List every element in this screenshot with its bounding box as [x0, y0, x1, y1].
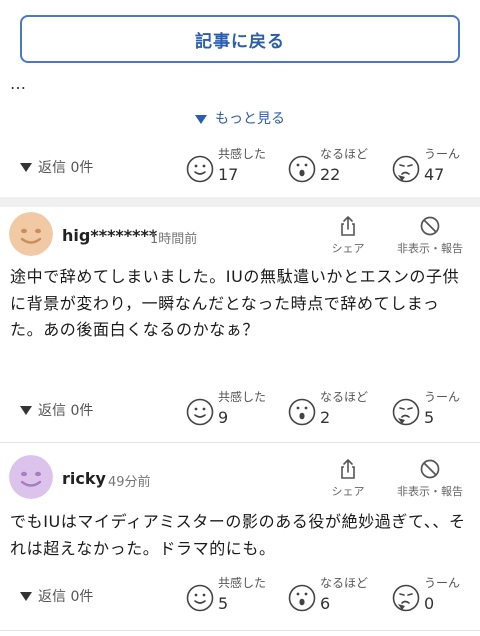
- block-icon: [420, 459, 440, 479]
- comment-username[interactable]: hig********: [62, 226, 157, 245]
- thinking-face-icon: [392, 155, 420, 183]
- share-icon: [341, 459, 355, 479]
- triangle-down-icon: [20, 405, 32, 415]
- hide-report-label: 非表示・報告: [397, 485, 463, 498]
- surprised-face-icon: [288, 155, 316, 183]
- reaction-hmm[interactable]: うーん 5: [392, 389, 460, 429]
- comment-divider: [0, 442, 480, 443]
- reaction-label: なるほど: [320, 576, 369, 590]
- share-button[interactable]: シェア: [306, 215, 390, 256]
- share-icon: [341, 216, 355, 236]
- reaction-count: 5: [424, 408, 435, 427]
- avatar[interactable]: [9, 455, 53, 499]
- reaction-insightful[interactable]: なるほど 2: [288, 389, 368, 429]
- comment-time: 1時間前: [150, 232, 198, 247]
- smile-face-icon: [186, 584, 214, 612]
- hide-report-button[interactable]: 非表示・報告: [388, 215, 472, 256]
- reaction-count: 9: [218, 408, 229, 427]
- reaction-label: 共感した: [218, 147, 267, 161]
- triangle-down-icon: [20, 591, 32, 601]
- reaction-count: 5: [218, 594, 229, 613]
- reaction-hmm[interactable]: うーん 0: [392, 575, 460, 615]
- surprised-face-icon: [288, 398, 316, 426]
- reaction-empathy[interactable]: 共感した 17: [186, 146, 266, 186]
- reaction-count: 0: [424, 594, 435, 613]
- back-to-article-button[interactable]: 記事に戻る: [20, 15, 460, 63]
- show-more-link[interactable]: もっと見る: [0, 108, 480, 128]
- reply-toggle[interactable]: 返信 0件: [20, 586, 93, 606]
- reaction-insightful[interactable]: なるほど 22: [288, 146, 368, 186]
- reaction-label: なるほど: [320, 147, 369, 161]
- reaction-hmm[interactable]: うーん 47: [392, 146, 460, 186]
- surprised-face-icon: [288, 584, 316, 612]
- reaction-count: 47: [424, 165, 445, 184]
- avatar[interactable]: [9, 212, 53, 256]
- reaction-label: なるほど: [320, 390, 369, 404]
- reaction-count: 2: [320, 408, 331, 427]
- reaction-label: うーん: [424, 147, 461, 161]
- hide-report-label: 非表示・報告: [397, 242, 463, 255]
- smile-face-icon: [186, 155, 214, 183]
- share-button[interactable]: シェア: [306, 458, 390, 499]
- ellipsis-text: …: [10, 74, 26, 93]
- reply-label: 返信 0件: [38, 589, 94, 605]
- block-icon: [420, 216, 440, 236]
- comment-body: でもIUはマイディアミスターの影のある役が絶妙過ぎて、、それは超えなかった。ドラ…: [10, 512, 466, 558]
- triangle-down-icon: [195, 114, 207, 124]
- section-divider: [0, 197, 480, 207]
- share-label: シェア: [331, 485, 365, 498]
- smile-face-icon: [186, 398, 214, 426]
- reply-label: 返信 0件: [38, 403, 94, 419]
- thinking-face-icon: [392, 584, 420, 612]
- reaction-label: うーん: [424, 576, 461, 590]
- reaction-label: うーん: [424, 390, 461, 404]
- reply-label: 返信 0件: [38, 160, 94, 176]
- reaction-label: 共感した: [218, 576, 267, 590]
- show-more-label: もっと見る: [215, 111, 285, 127]
- reaction-count: 17: [218, 165, 239, 184]
- thinking-face-icon: [392, 398, 420, 426]
- comment-time: 49分前: [108, 475, 151, 490]
- comment-body: 途中で辞めてしまいました。IUの無駄遣いかとエスンの子供に背景が変わり，一瞬なん…: [10, 267, 460, 339]
- reaction-label: 共感した: [218, 390, 267, 404]
- hide-report-button[interactable]: 非表示・報告: [388, 458, 472, 499]
- reply-toggle[interactable]: 返信 0件: [20, 400, 93, 420]
- reaction-count: 6: [320, 594, 331, 613]
- reaction-empathy[interactable]: 共感した 9: [186, 389, 266, 429]
- comment-divider: [0, 630, 480, 631]
- comment-username[interactable]: ricky: [62, 469, 106, 488]
- share-label: シェア: [331, 242, 365, 255]
- reaction-insightful[interactable]: なるほど 6: [288, 575, 368, 615]
- reaction-count: 22: [320, 165, 341, 184]
- triangle-down-icon: [20, 162, 32, 172]
- reaction-empathy[interactable]: 共感した 5: [186, 575, 266, 615]
- reply-toggle[interactable]: 返信 0件: [20, 157, 93, 177]
